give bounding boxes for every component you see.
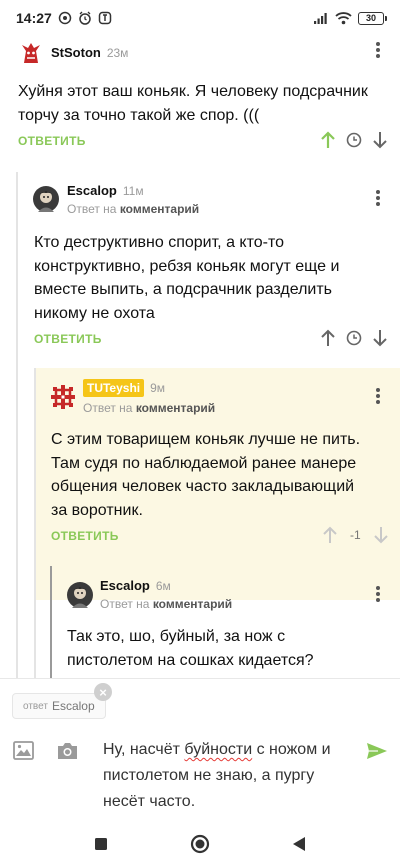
- app-notification-icon: [98, 11, 112, 25]
- comment-author[interactable]: StSoton: [51, 45, 101, 60]
- stop-icon[interactable]: [94, 837, 108, 851]
- reply-to-label: Ответ на комментарий: [83, 401, 215, 415]
- downvote-icon[interactable]: [372, 131, 388, 149]
- status-bar: 14:27 30: [0, 0, 400, 36]
- kebab-icon[interactable]: [368, 584, 388, 604]
- reply-button[interactable]: ОТВЕТИТЬ: [18, 134, 86, 148]
- avatar[interactable]: [67, 582, 93, 608]
- reply-chip-name: Escalop: [51, 699, 95, 713]
- vote-actions: -1: [322, 526, 389, 544]
- back-icon[interactable]: [292, 836, 306, 852]
- upvote-icon[interactable]: [320, 131, 336, 149]
- camera-icon[interactable]: [57, 741, 78, 760]
- reply-prefix: Ответ на: [100, 597, 150, 611]
- comment-time: 9м: [150, 381, 166, 395]
- reply-button[interactable]: ОТВЕТИТЬ: [34, 332, 102, 346]
- avatar[interactable]: [33, 186, 59, 212]
- record-icon: [58, 11, 72, 25]
- thread-line: [50, 566, 52, 678]
- comment-author[interactable]: TUTeyshi: [83, 379, 145, 397]
- comment-text: Хуйня этот ваш коньяк. Я человеку подсра…: [18, 83, 368, 124]
- clock-icon[interactable]: [346, 132, 362, 148]
- status-time: 14:27: [16, 10, 52, 26]
- kebab-icon[interactable]: [368, 188, 388, 208]
- comment-time: 23м: [106, 46, 129, 60]
- reply-chip-label: ответ: [23, 700, 48, 712]
- reply-prefix: Ответ на: [83, 401, 133, 415]
- reply-composer: ответ Escalop × Ну, насчёт буйности с но…: [0, 678, 400, 820]
- thread-line: [16, 172, 18, 678]
- home-icon[interactable]: [190, 834, 210, 854]
- comment-author[interactable]: Escalop: [67, 183, 117, 198]
- reply-button[interactable]: ОТВЕТИТЬ: [51, 529, 119, 543]
- close-icon[interactable]: ×: [94, 683, 112, 701]
- downvote-icon[interactable]: [373, 526, 389, 544]
- comment-text: Кто деструктивно спорит, а кто-то констр…: [34, 234, 340, 322]
- reply-input[interactable]: Ну, насчёт буйности с ножом и пистолетом…: [103, 737, 353, 815]
- comment-text: С этим товарищем коньяк лучше не пить. Т…: [51, 431, 361, 519]
- reply-prefix: Ответ на: [67, 202, 117, 216]
- battery-icon: 30: [358, 11, 387, 25]
- comment-time: 6м: [155, 579, 171, 593]
- comment-text: Так это, шо, буйный, за нож с пистолетом…: [67, 628, 314, 669]
- vote-actions: [320, 329, 388, 347]
- upvote-icon[interactable]: [322, 526, 338, 544]
- wifi-icon: [335, 12, 352, 25]
- kebab-icon[interactable]: [368, 40, 388, 60]
- reply-target-link[interactable]: комментарий: [136, 401, 215, 415]
- reply-to-label: Ответ на комментарий: [67, 202, 199, 216]
- avatar[interactable]: [16, 39, 46, 69]
- system-nav-bar: [0, 820, 400, 867]
- rating-value: -1: [350, 528, 361, 542]
- reply-target-link[interactable]: комментарий: [153, 597, 232, 611]
- reply-target-link[interactable]: комментарий: [120, 202, 199, 216]
- upvote-icon[interactable]: [320, 329, 336, 347]
- clock-icon[interactable]: [346, 330, 362, 346]
- downvote-icon[interactable]: [372, 329, 388, 347]
- comments-feed[interactable]: StSoton 23м Хуйня этот ваш коньяк. Я чел…: [0, 36, 400, 678]
- alarm-icon: [79, 11, 91, 25]
- vote-actions: [320, 131, 388, 149]
- reply-text-part: Ну, насчёт: [103, 741, 185, 758]
- reply-to-label: Ответ на комментарий: [100, 597, 232, 611]
- comment-author[interactable]: Escalop: [100, 578, 150, 593]
- signal-icon: [314, 13, 327, 24]
- thread-line: [34, 368, 36, 678]
- kebab-icon[interactable]: [368, 386, 388, 406]
- image-icon[interactable]: [13, 741, 34, 760]
- misspelled-word: буйности: [184, 741, 253, 758]
- comment-time: 11м: [122, 184, 144, 198]
- reply-target-chip[interactable]: ответ Escalop: [12, 693, 106, 719]
- avatar[interactable]: [50, 384, 76, 410]
- send-icon[interactable]: [366, 742, 388, 760]
- battery-level: 30: [365, 13, 376, 23]
